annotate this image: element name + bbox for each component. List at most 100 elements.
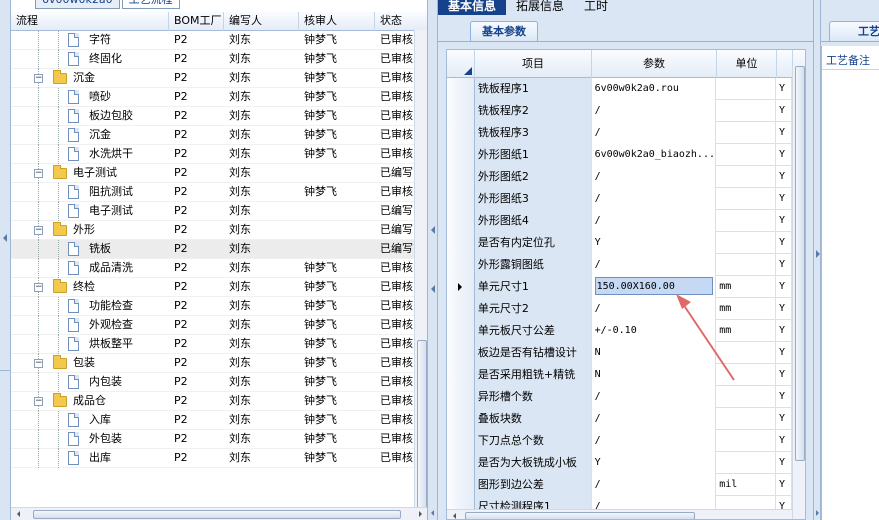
param-flag-cell[interactable]: Y [776, 232, 792, 254]
param-flag-cell[interactable]: Y [776, 166, 792, 188]
param-row[interactable]: 叠板块数 / Y [447, 408, 792, 430]
param-value-cell[interactable]: Y [591, 452, 717, 474]
param-flag-cell[interactable]: Y [776, 210, 792, 232]
collapse-icon[interactable]: − [34, 74, 43, 83]
param-flag-cell[interactable]: Y [776, 144, 792, 166]
param-row[interactable]: 外形图纸4/ Y [447, 210, 792, 232]
tree-cell[interactable]: 内包装 [11, 373, 169, 392]
tree-cell[interactable]: − 终检 [11, 278, 169, 297]
collapse-middle-arrow-icon-3[interactable] [431, 510, 434, 516]
param-flag-cell[interactable]: Y [776, 78, 792, 100]
row-selector[interactable] [447, 342, 475, 364]
tree-row[interactable]: 水洗烘干 P2 刘东 钟梦飞 已审核 [11, 145, 427, 164]
tree-row[interactable]: 外包装 P2 刘东 钟梦飞 已审核 [11, 430, 427, 449]
collapse-icon[interactable]: − [34, 169, 43, 178]
middle-splitter[interactable] [428, 0, 438, 520]
collapse-icon[interactable]: − [34, 283, 43, 292]
tree-row[interactable]: 字符 P2 刘东 钟梦飞 已审核 [11, 31, 427, 50]
tree-cell[interactable]: 外包装 [11, 430, 169, 449]
row-selector[interactable] [447, 144, 475, 166]
tree-row[interactable]: 烘板整平 P2 刘东 钟梦飞 已审核 [11, 335, 427, 354]
param-flag-cell[interactable]: Y [776, 452, 792, 474]
param-row[interactable]: 外形图纸2/ Y [447, 166, 792, 188]
grid-corner[interactable] [447, 50, 475, 78]
col-header-writer[interactable]: 编写人 [224, 12, 299, 31]
tree-cell[interactable]: 出库 [11, 449, 169, 468]
param-row[interactable]: 是否采用粗铣+精铣 N Y [447, 364, 792, 386]
collapse-left-arrow-icon[interactable] [3, 234, 7, 242]
row-selector[interactable] [447, 210, 475, 232]
grid-vscroll-thumb[interactable] [795, 66, 805, 461]
param-row[interactable]: 异形槽个数 / Y [447, 386, 792, 408]
param-unit-cell[interactable] [716, 166, 777, 188]
tree-row[interactable]: 成品清洗 P2 刘东 钟梦飞 已审核 [11, 259, 427, 278]
row-selector[interactable] [447, 364, 475, 386]
right-splitter[interactable] [813, 0, 821, 520]
tree-cell[interactable]: − 成品仓 [11, 392, 169, 411]
tree-cell[interactable]: 功能检查 [11, 297, 169, 316]
param-flag-cell[interactable]: Y [776, 430, 792, 452]
param-unit-cell[interactable] [716, 122, 777, 144]
param-value-cell[interactable]: 6v00w0k2a0.rou [591, 78, 717, 100]
collapse-right-arrow-icon-2[interactable] [816, 510, 819, 516]
param-unit-cell[interactable]: mm [716, 298, 777, 320]
tree-row[interactable]: − 外形 P2 刘东 已编写 [11, 221, 427, 240]
param-row[interactable]: 外形图纸3/ Y [447, 188, 792, 210]
param-unit-cell[interactable] [716, 364, 777, 386]
param-flag-cell[interactable]: Y [776, 342, 792, 364]
scroll-left-icon[interactable] [17, 511, 20, 517]
param-value-cell[interactable]: / [591, 122, 717, 144]
param-unit-cell[interactable] [716, 100, 777, 122]
param-value-editor[interactable]: 150.00X160.00 [594, 277, 713, 295]
param-row[interactable]: 单元尺寸2/mm Y [447, 298, 792, 320]
tree-cell[interactable]: − 包装 [11, 354, 169, 373]
tree-row[interactable]: 终固化 P2 刘东 钟梦飞 已审核 [11, 50, 427, 69]
tree-row[interactable]: 沉金 P2 刘东 钟梦飞 已审核 [11, 126, 427, 145]
col-header-bom[interactable]: BOM工厂 [169, 12, 224, 31]
tree-cell[interactable]: 外观检查 [11, 316, 169, 335]
tree-row[interactable]: 出库 P2 刘东 钟梦飞 已审核 [11, 449, 427, 468]
process-notes-header[interactable]: 工艺备注 [826, 52, 870, 68]
tab-process-flow[interactable]: 工艺流程 [121, 0, 180, 9]
tree-row[interactable]: 内包装 P2 刘东 钟梦飞 已审核 [11, 373, 427, 392]
row-selector[interactable] [447, 276, 475, 298]
param-row[interactable]: 下刀点总个数 / Y [447, 430, 792, 452]
param-value-cell[interactable]: / [591, 298, 717, 320]
grid-vertical-scrollbar[interactable] [792, 66, 805, 519]
col-header-reviewer[interactable]: 核审人 [299, 12, 375, 31]
param-row[interactable]: 板边是否有钻槽设计 N Y [447, 342, 792, 364]
col-header-param[interactable]: 参数 [592, 50, 717, 78]
param-row[interactable]: 外形露铜图纸 / Y [447, 254, 792, 276]
row-selector[interactable] [447, 320, 475, 342]
row-selector[interactable] [447, 298, 475, 320]
tree-row[interactable]: − 电子测试 P2 刘东 已编写 [11, 164, 427, 183]
tree-row[interactable]: 外观检查 P2 刘东 钟梦飞 已审核 [11, 316, 427, 335]
tab-basic-params[interactable]: 基本参数 [470, 21, 538, 41]
param-value-cell[interactable]: / [591, 386, 717, 408]
tree-row[interactable]: 板边包胶 P2 刘东 钟梦飞 已审核 [11, 107, 427, 126]
param-flag-cell[interactable]: Y [776, 276, 792, 298]
grid-scroll-left-icon[interactable] [453, 513, 456, 519]
param-flag-cell[interactable]: Y [776, 408, 792, 430]
param-flag-cell[interactable]: Y [776, 254, 792, 276]
param-flag-cell[interactable]: Y [776, 298, 792, 320]
param-unit-cell[interactable]: mm [716, 320, 777, 342]
tree-cell[interactable]: 成品清洗 [11, 259, 169, 278]
tree-cell[interactable]: 入库 [11, 411, 169, 430]
param-row[interactable]: 单元板尺寸公差 +/-0.10 mm Y [447, 320, 792, 342]
param-row[interactable]: 外形图纸1 6v00w0k2a0_biaozh... Y [447, 144, 792, 166]
col-header-flag[interactable] [777, 50, 793, 78]
left-vertical-scrollbar[interactable] [414, 30, 427, 510]
tab-part-number[interactable]: 6v00w0k2a0 [35, 0, 120, 9]
param-value-cell[interactable]: / [591, 210, 717, 232]
collapse-icon[interactable]: − [34, 397, 43, 406]
param-unit-cell[interactable] [716, 210, 777, 232]
left-horizontal-scrollbar[interactable] [11, 507, 427, 520]
tree-cell[interactable]: 字符 [11, 31, 169, 50]
param-row[interactable]: 图形到边公差 / mil Y [447, 474, 792, 496]
collapse-middle-arrow-icon[interactable] [431, 226, 435, 234]
param-row[interactable]: 铣板程序1 6v00w0k2a0.rou Y [447, 78, 792, 100]
row-selector[interactable] [447, 386, 475, 408]
row-selector[interactable] [447, 408, 475, 430]
tab-basic-info[interactable]: 基本信息 [438, 0, 507, 15]
